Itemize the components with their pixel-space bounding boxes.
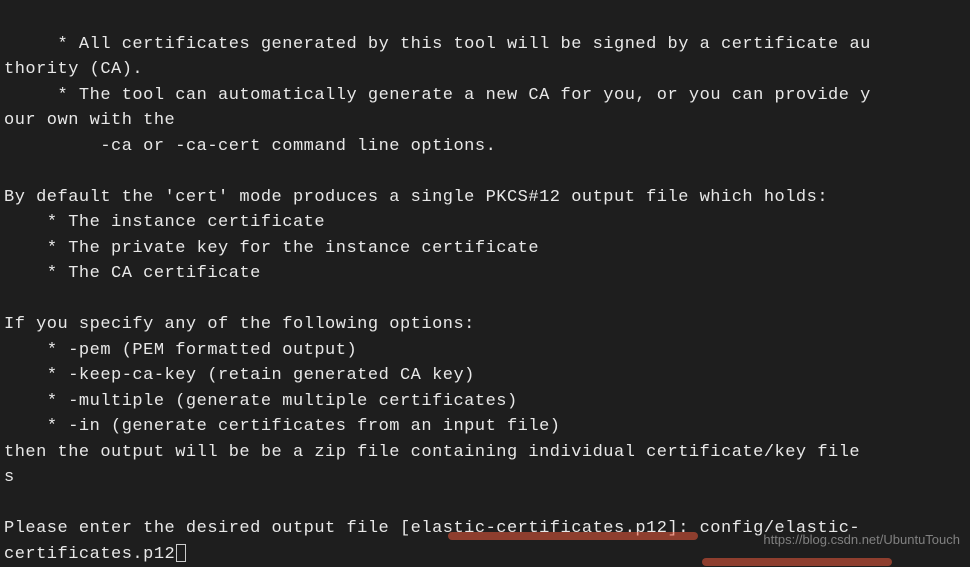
annotation-highlight xyxy=(702,558,892,566)
output-line: * The instance certificate xyxy=(4,213,325,232)
output-line: * -in (generate certificates from an inp… xyxy=(4,417,561,436)
output-line: then the output will be be a zip file co… xyxy=(4,443,860,462)
output-line: * The CA certificate xyxy=(4,264,261,283)
output-line: * The tool can automatically generate a … xyxy=(4,86,871,105)
output-line: * -pem (PEM formatted output) xyxy=(4,341,357,360)
output-line: By default the 'cert' mode produces a si… xyxy=(4,188,828,207)
terminal-prompt: Please enter the desired output file [el… xyxy=(4,519,700,538)
output-line: * The private key for the instance certi… xyxy=(4,239,539,258)
output-line: thority (CA). xyxy=(4,60,143,79)
output-line: * -multiple (generate multiple certifica… xyxy=(4,392,518,411)
output-line: -ca or -ca-cert command line options. xyxy=(4,137,496,156)
output-line: s xyxy=(4,468,15,487)
terminal-output: * All certificates generated by this too… xyxy=(4,6,966,567)
output-line: our own with the xyxy=(4,111,175,130)
watermark: https://blog.csdn.net/UbuntuTouch xyxy=(763,530,960,550)
output-line: * -keep-ca-key (retain generated CA key) xyxy=(4,366,475,385)
output-line: * All certificates generated by this too… xyxy=(4,35,871,54)
terminal-cursor xyxy=(176,544,186,562)
output-line: If you specify any of the following opti… xyxy=(4,315,475,334)
